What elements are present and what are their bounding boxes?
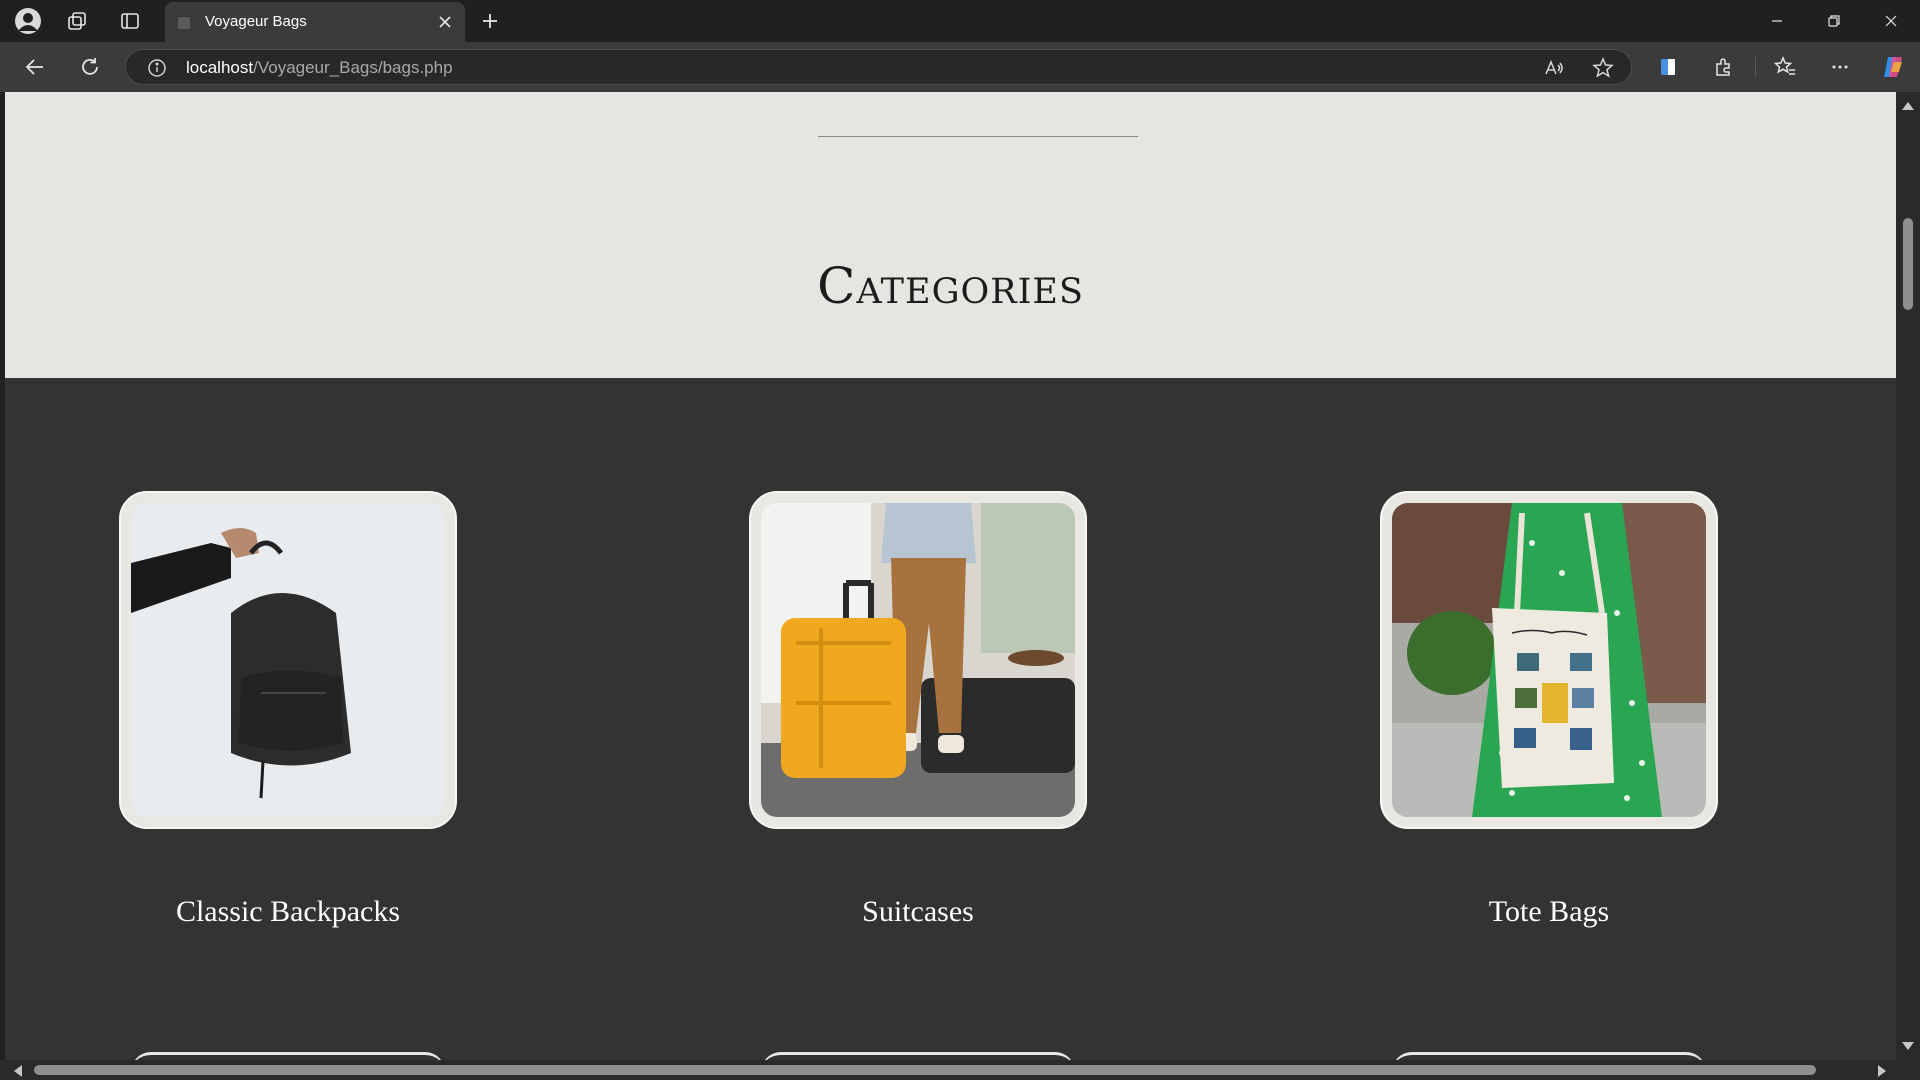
category-label-classic-backpacks[interactable]: Classic Backpacks [119,895,457,929]
tab-title: Voyageur Bags [205,13,307,30]
section-title: Categories [817,257,1084,315]
favorite-star-icon[interactable] [1590,55,1616,81]
site-info-icon[interactable] [146,57,168,79]
read-aloud-icon[interactable] [1541,55,1567,81]
category-card-suitcases[interactable] [749,491,1087,829]
plus-icon[interactable] [478,9,502,33]
category-card-classic-backpacks[interactable] [119,491,457,829]
browser-tab-bar: Voyageur Bags [0,0,1920,42]
close-window-icon[interactable] [1871,6,1911,36]
vertical-scroll-thumb[interactable] [1903,218,1913,310]
minimize-icon[interactable] [1757,6,1797,36]
scrollbar-corner [1896,1060,1920,1080]
more-menu-icon[interactable] [1826,53,1854,81]
horizontal-scrollbar[interactable] [0,1060,1896,1080]
scroll-down-arrow-icon[interactable] [1902,1042,1914,1050]
vertical-tabs-icon[interactable] [116,7,144,35]
van-gogh-tote-photo [1392,503,1706,817]
next-row-card-edge [131,1052,445,1060]
page-favicon-icon [177,15,191,29]
tab-voyageur-bags[interactable]: Voyageur Bags [165,2,465,42]
copilot-icon[interactable] [1879,53,1907,81]
address-bar[interactable]: localhost/Voyageur_Bags/bags.php [125,49,1632,85]
next-row-card-edge [761,1052,1075,1060]
black-backpack-photo [131,503,445,817]
scroll-up-arrow-icon[interactable] [1902,102,1914,110]
header-divider [818,136,1138,137]
favorites-icon[interactable] [1771,53,1799,81]
scroll-right-arrow-icon[interactable] [1878,1065,1886,1077]
yellow-suitcase-photo [761,503,1075,817]
horizontal-scroll-thumb[interactable] [34,1065,1816,1075]
category-label-suitcases[interactable]: Suitcases [749,895,1087,929]
profile-avatar-icon[interactable] [14,7,42,35]
toolbar-divider [1755,57,1756,77]
vertical-scrollbar[interactable] [1896,92,1920,1060]
reload-icon[interactable] [75,52,105,82]
extensions-icon[interactable] [1710,53,1738,81]
category-label-tote-bags[interactable]: Tote Bags [1380,895,1718,929]
browser-toolbar: localhost/Voyageur_Bags/bags.php [0,42,1920,92]
scroll-left-arrow-icon[interactable] [14,1065,22,1077]
category-card-tote-bags[interactable] [1380,491,1718,829]
url-host: localhost [186,58,254,77]
restore-icon[interactable] [1814,6,1854,36]
page-viewport: Categories Classic Backpacks Suitcases T… [5,92,1896,1060]
url-text: localhost/Voyageur_Bags/bags.php [186,58,453,78]
categories-header: Categories [5,92,1896,378]
url-path: /Voyageur_Bags/bags.php [253,58,453,77]
collections-icon[interactable] [63,7,91,35]
back-arrow-icon[interactable] [20,52,50,82]
close-tab-icon[interactable] [435,12,455,32]
split-screen-icon[interactable] [1654,53,1682,81]
next-row-card-edge [1392,1052,1706,1060]
